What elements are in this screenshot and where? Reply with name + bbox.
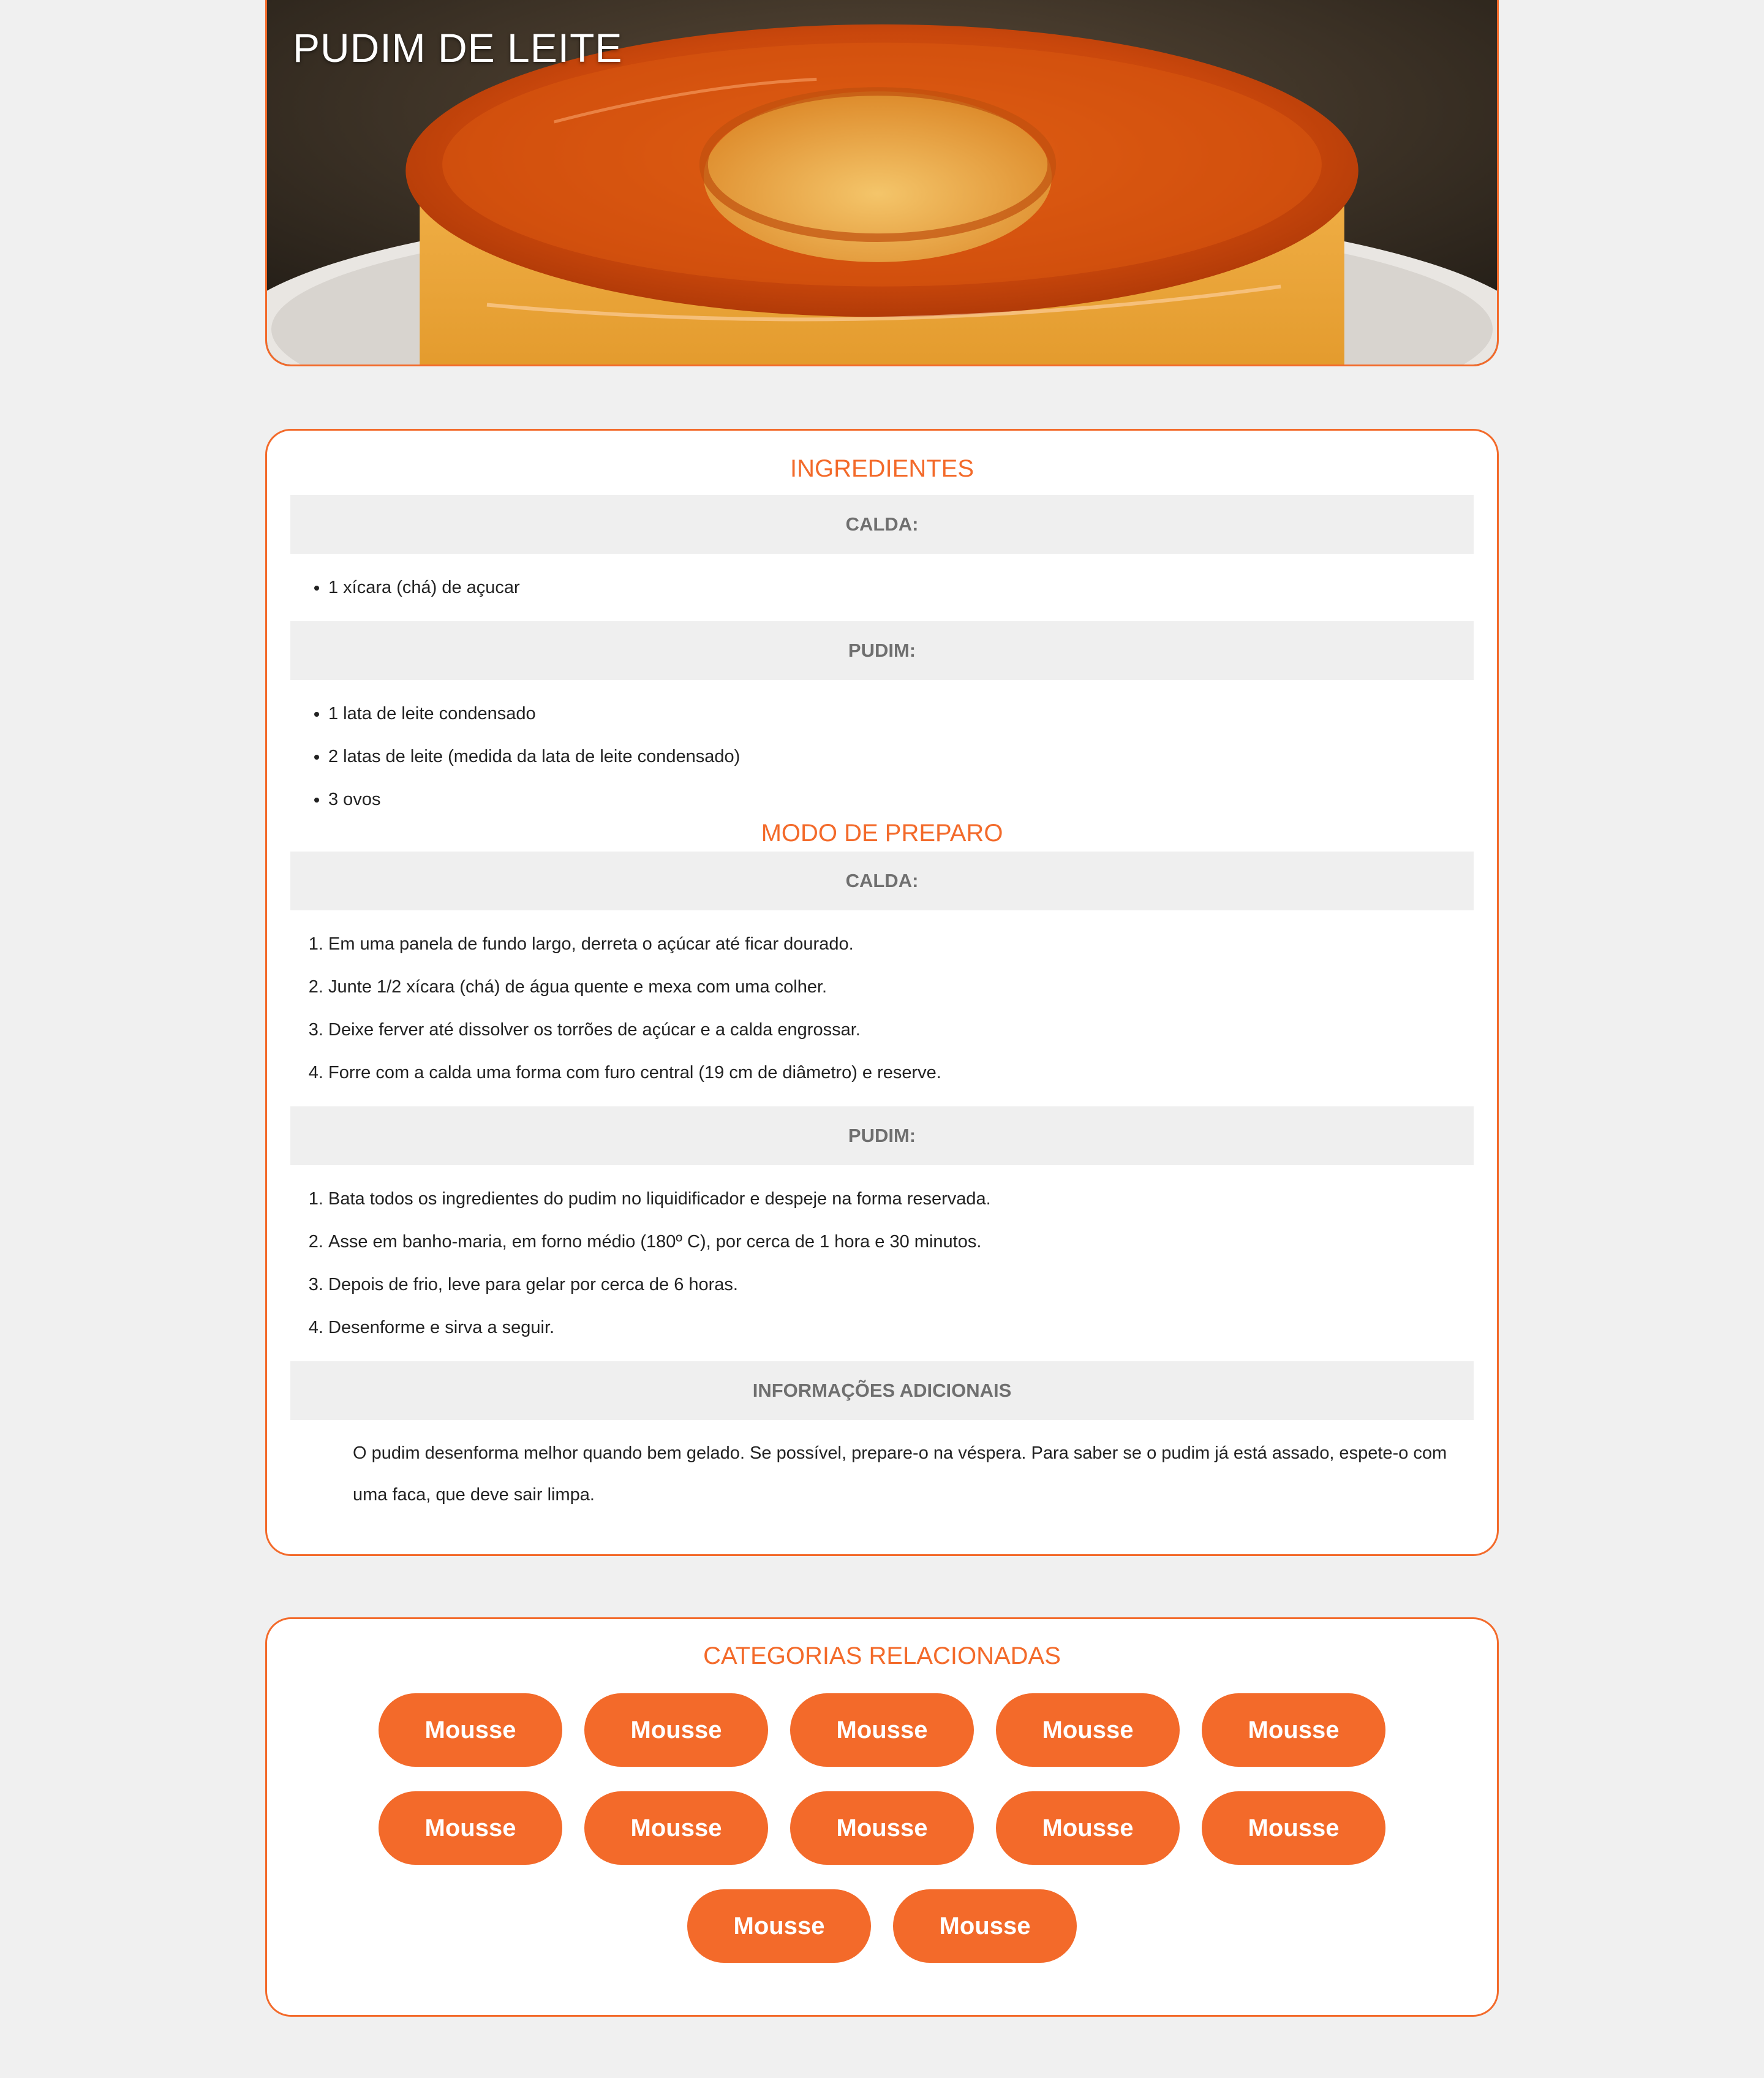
category-chip[interactable]: Mousse <box>996 1791 1180 1865</box>
recipe-card: INGREDIENTES CALDA: 1 xícara (chá) de aç… <box>265 429 1499 1556</box>
preparo-pudim-steps: Bata todos os ingredientes do pudim no l… <box>267 1177 1497 1349</box>
category-chip[interactable]: Mousse <box>1202 1791 1385 1865</box>
list-item: Deixe ferver até dissolver os torrões de… <box>328 1008 1497 1051</box>
list-item: Bata todos os ingredientes do pudim no l… <box>328 1177 1497 1220</box>
list-item: 2 latas de leite (medida da lata de leit… <box>328 735 1497 778</box>
preparo-calda-header: CALDA: <box>290 852 1474 910</box>
ingredients-title: INGREDIENTES <box>790 455 974 482</box>
category-chip[interactable]: Mousse <box>379 1693 562 1767</box>
list-item: 1 lata de leite condensado <box>328 692 1497 735</box>
info-text: O pudim desenforma melhor quando bem gel… <box>353 1443 1447 1505</box>
preparo-calda-steps: Em uma panela de fundo largo, derreta o … <box>267 923 1497 1094</box>
category-chip[interactable]: Mousse <box>584 1791 768 1865</box>
list-item: Depois de frio, leve para gelar por cerc… <box>328 1263 1497 1306</box>
related-title: CATEGORIAS RELACIONADAS <box>703 1642 1061 1669</box>
preparo-pudim-header: PUDIM: <box>290 1106 1474 1165</box>
list-item: Em uma panela de fundo largo, derreta o … <box>328 923 1497 965</box>
info-header: INFORMAÇÕES ADICIONAIS <box>290 1361 1474 1420</box>
category-chip[interactable]: Mousse <box>790 1791 974 1865</box>
category-chip[interactable]: Mousse <box>379 1791 562 1865</box>
list-item: Junte 1/2 xícara (chá) de água quente e … <box>328 965 1497 1008</box>
preparo-title: MODO DE PREPARO <box>761 820 1003 847</box>
ingredients-pudim-list: 1 lata de leite condensado 2 latas de le… <box>267 692 1497 821</box>
ingredients-calda-header: CALDA: <box>290 495 1474 554</box>
category-chips: Mousse Mousse Mousse Mousse Mousse Mouss… <box>355 1693 1409 1963</box>
category-chip[interactable]: Mousse <box>584 1693 768 1767</box>
recipe-hero: PUDIM DE LEITE <box>265 0 1499 366</box>
ingredients-calda-list: 1 xícara (chá) de açucar <box>267 566 1497 609</box>
category-chip[interactable]: Mousse <box>687 1889 871 1963</box>
page-title: PUDIM DE LEITE <box>293 25 623 70</box>
category-chip[interactable]: Mousse <box>893 1889 1077 1963</box>
list-item: Desenforme e sirva a seguir. <box>328 1306 1497 1349</box>
category-chip[interactable]: Mousse <box>1202 1693 1385 1767</box>
list-item: 1 xícara (chá) de açucar <box>328 566 1497 609</box>
ingredients-pudim-header: PUDIM: <box>290 621 1474 680</box>
category-chip[interactable]: Mousse <box>790 1693 974 1767</box>
list-item: Asse em banho-maria, em forno médio (180… <box>328 1220 1497 1263</box>
list-item: Forre com a calda uma forma com furo cen… <box>328 1051 1497 1094</box>
category-chip[interactable]: Mousse <box>996 1693 1180 1767</box>
related-categories-card: CATEGORIAS RELACIONADAS Mousse Mousse Mo… <box>265 1617 1499 2017</box>
